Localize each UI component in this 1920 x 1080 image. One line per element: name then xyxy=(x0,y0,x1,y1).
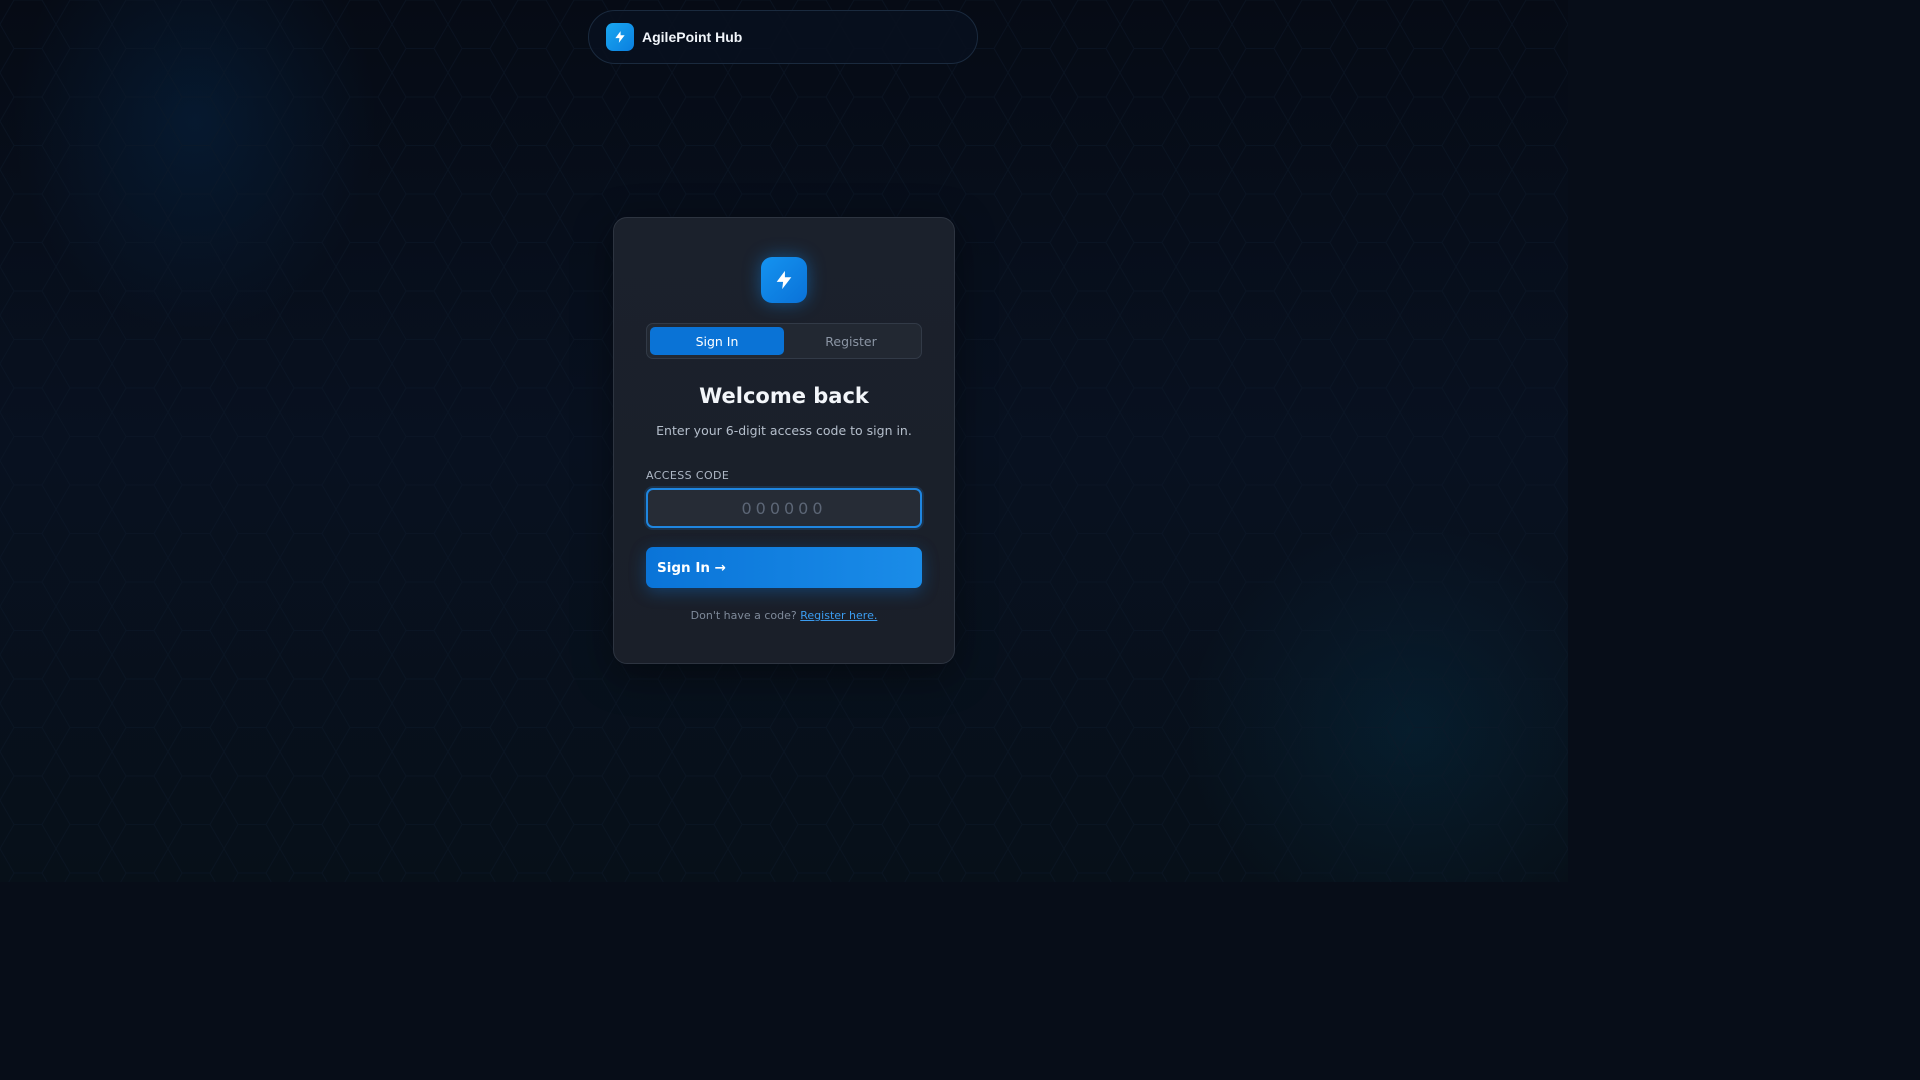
auth-tabs: Sign In Register xyxy=(646,323,922,359)
tab-register[interactable]: Register xyxy=(784,327,918,355)
page-title: Welcome back xyxy=(699,384,869,408)
top-navbar: AgilePoint Hub xyxy=(588,10,978,64)
tab-sign-in[interactable]: Sign In xyxy=(650,327,784,355)
access-code-input[interactable] xyxy=(646,488,922,528)
access-code-label: ACCESS CODE xyxy=(646,469,730,482)
brand-name[interactable]: AgilePoint Hub xyxy=(642,29,742,45)
register-link[interactable]: Register here. xyxy=(800,609,877,622)
bolt-icon xyxy=(606,23,634,51)
register-prompt: Don't have a code? Register here. xyxy=(614,609,954,622)
auth-card: Sign In Register Welcome back Enter your… xyxy=(613,217,955,664)
register-prompt-text: Don't have a code? xyxy=(690,609,797,622)
sign-in-button[interactable]: Sign In → xyxy=(646,547,922,588)
page-subtitle: Enter your 6-digit access code to sign i… xyxy=(656,423,912,438)
bolt-icon xyxy=(761,257,807,303)
